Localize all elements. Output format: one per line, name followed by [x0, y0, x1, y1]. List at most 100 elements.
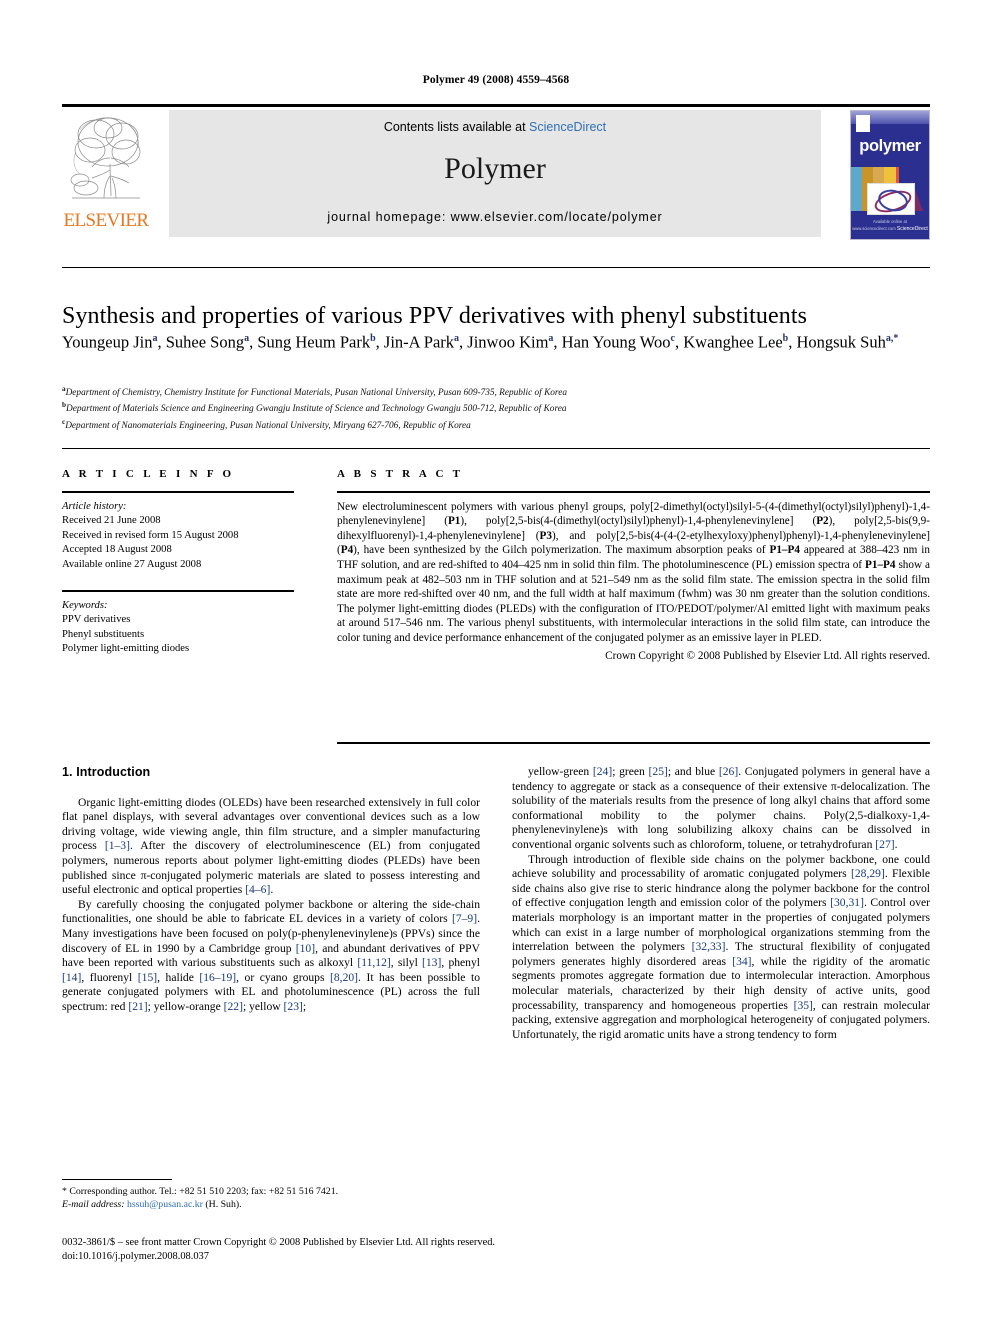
affiliation-list: aDepartment of Chemistry, Chemistry Inst…: [62, 383, 930, 432]
elsevier-tree-icon: [66, 112, 146, 208]
contents-available-line: Contents lists available at ScienceDirec…: [169, 120, 821, 134]
author-affiliation-mark: a: [548, 333, 554, 344]
sciencedirect-link[interactable]: ScienceDirect: [529, 120, 606, 134]
article-history-item: Accepted 18 August 2008: [62, 544, 172, 556]
citation-link[interactable]: [13]: [422, 956, 441, 969]
cover-elsevier-icon: [856, 115, 870, 132]
keyword-item: PPV derivatives: [62, 614, 131, 626]
author-affiliation-mark: a: [152, 333, 158, 344]
keywords-label: Keywords:: [62, 599, 108, 611]
citation-link[interactable]: [8,20]: [330, 971, 358, 984]
introduction-heading: 1. Introduction: [62, 765, 151, 779]
article-info-heading: A R T I C L E I N F O: [62, 468, 235, 480]
corresponding-author-footnote: * Corresponding author. Tel.: +82 51 510…: [62, 1179, 480, 1211]
email-suffix: (H. Suh).: [205, 1199, 242, 1210]
citation-link[interactable]: [15]: [138, 971, 157, 984]
keyword-item: Polymer light-emitting diodes: [62, 643, 190, 655]
citation-link[interactable]: [1–3]: [105, 839, 130, 852]
author-list: Youngeup Jina, Suhee Songa, Sung Heum Pa…: [62, 332, 899, 352]
article-history-item: Available online 27 August 2008: [62, 558, 202, 570]
citation-link[interactable]: [11,12]: [357, 956, 390, 969]
journal-homepage-line[interactable]: journal homepage: www.elsevier.com/locat…: [169, 210, 821, 224]
elsevier-wordmark: ELSEVIER: [63, 210, 150, 231]
keyword-item: Phenyl substituents: [62, 628, 145, 640]
polymer-label: P1–P4: [865, 558, 896, 571]
abstract-text: New electroluminescent polymers with var…: [337, 500, 930, 644]
abstract-panel: A B S T R A C T New electroluminescent p…: [337, 468, 930, 663]
citation-link[interactable]: [27]: [875, 838, 894, 851]
citation-link[interactable]: [30,31]: [830, 896, 864, 909]
citation-link[interactable]: [24]: [593, 765, 612, 778]
info-separator-rule: [62, 448, 930, 449]
author-affiliation-mark: b: [782, 333, 789, 344]
article-info-rule: [62, 491, 294, 493]
corresponding-author-line: * Corresponding author. Tel.: +82 51 510…: [62, 1186, 339, 1197]
footer-doi[interactable]: doi:10.1016/j.polymer.2008.08.037: [62, 1250, 930, 1264]
cover-sciencedirect-mark: ScienceDirect: [896, 226, 928, 232]
citation-link[interactable]: [23]: [284, 1000, 303, 1013]
keywords-lines: PPV derivatives Phenyl substituents Polyme…: [62, 613, 294, 657]
author-name: Hongsuk Suh: [796, 332, 886, 352]
citation-link[interactable]: [22]: [224, 1000, 243, 1013]
author-name: Suhee Song: [165, 332, 245, 352]
email-line: E-mail address: hssuh@pusan.ac.kr (H. Su…: [62, 1198, 480, 1211]
citation-link[interactable]: [28,29]: [851, 867, 885, 880]
author-affiliation-mark: c: [670, 333, 675, 344]
contents-band: Contents lists available at ScienceDirec…: [169, 110, 821, 237]
paper-page: Polymer 49 (2008) 4559–4568 ELSEVIER Con…: [0, 0, 992, 1323]
citation-link[interactable]: [32,33]: [692, 940, 726, 953]
footnote-rule: [62, 1179, 172, 1180]
body-column-right: yellow-green [24]; green [25]; and blue …: [512, 765, 930, 1042]
cover-footer: Available online at www.sciencedirect.co…: [851, 219, 929, 232]
cover-inset-figure: [867, 183, 915, 217]
journal-title: Polymer: [444, 152, 546, 185]
citation-link[interactable]: [35]: [794, 999, 813, 1012]
cover-journal-title: polymer: [859, 137, 921, 155]
affiliation-mark: b: [62, 401, 66, 410]
author-name: Youngeup Jin: [62, 332, 153, 352]
author-name: Sung Heum Park: [257, 332, 371, 352]
affiliation-line: bDepartment of Materials Science and Eng…: [62, 401, 567, 415]
elsevier-logo: ELSEVIER: [62, 110, 150, 236]
masthead-top-rule: [62, 104, 930, 107]
author-affiliation-mark: a,*: [885, 333, 899, 344]
citation-link[interactable]: [14]: [62, 971, 81, 984]
article-history-lines: Received 21 June 2008 Received in revised…: [62, 514, 294, 572]
email-link[interactable]: hssuh@pusan.ac.kr: [127, 1199, 203, 1210]
citation-link[interactable]: [26]: [719, 765, 738, 778]
citation-link[interactable]: [34]: [732, 955, 751, 968]
abstract-bottom-rule: [337, 742, 930, 744]
journal-cover-thumbnail[interactable]: polymer Available online at www.scienced…: [850, 110, 930, 240]
body-paragraph: Through introduction of flexible side ch…: [512, 852, 931, 1041]
author-name: Jinwoo Kim: [467, 332, 549, 352]
affiliation-mark: c: [62, 417, 66, 426]
contents-prefix: Contents lists available at: [383, 120, 530, 134]
page-footer: 0032-3861/$ – see front matter Crown Cop…: [62, 1236, 930, 1263]
article-history-item: Received in revised form 15 August 2008: [62, 529, 239, 541]
citation-link[interactable]: [21]: [128, 1000, 147, 1013]
polymer-label: P3: [539, 529, 552, 542]
body-paragraph: yellow-green [24]; green [25]; and blue …: [512, 765, 931, 851]
body-paragraph: By carefully choosing the conjugated pol…: [62, 897, 481, 1013]
article-info-panel: A R T I C L E I N F O Article history: R…: [62, 468, 294, 657]
author-name: Jin-A Park: [383, 332, 455, 352]
footer-copyright-line: 0032-3861/$ – see front matter Crown Cop…: [62, 1237, 495, 1248]
affiliation-line: aDepartment of Chemistry, Chemistry Inst…: [62, 385, 567, 399]
polymer-label: P2: [816, 515, 829, 528]
abstract-copyright: Crown Copyright © 2008 Published by Else…: [605, 649, 930, 662]
article-history-item: Received 21 June 2008: [62, 515, 161, 527]
author-name: Han Young Woo: [561, 332, 671, 352]
citation-link[interactable]: [16–19]: [199, 971, 236, 984]
running-head: Polymer 49 (2008) 4559–4568: [422, 74, 570, 86]
body-paragraph: Organic light-emitting diodes (OLEDs) ha…: [62, 795, 481, 897]
citation-link[interactable]: [10]: [296, 942, 315, 955]
author-name: Kwanghee Lee: [683, 332, 783, 352]
intro-right-paragraphs: yellow-green [24]; green [25]; and blue …: [512, 765, 930, 1042]
citation-link[interactable]: [4–6]: [245, 883, 270, 896]
citation-link[interactable]: [7–9]: [452, 912, 477, 925]
intro-left-paragraphs: Organic light-emitting diodes (OLEDs) ha…: [62, 796, 480, 1015]
keywords-rule: [62, 590, 294, 592]
citation-link[interactable]: [25]: [649, 765, 668, 778]
polymer-label: P1–P4: [769, 544, 800, 557]
polymer-label: P1: [447, 515, 461, 528]
